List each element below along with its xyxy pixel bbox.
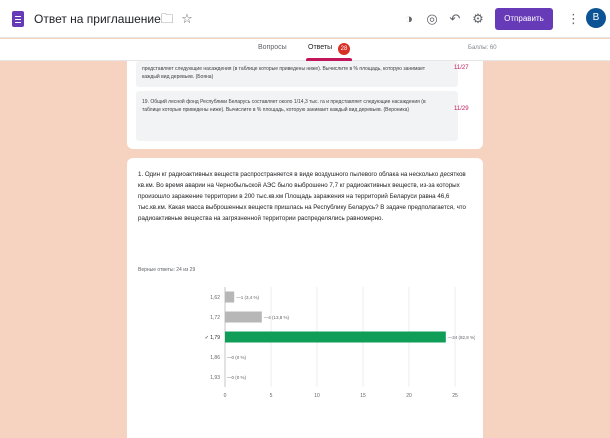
data-label: —1 (3,4 %) [236, 295, 259, 300]
tab-questions[interactable]: Вопросы [258, 44, 287, 51]
data-label: —0 (0 %) [227, 355, 247, 360]
previous-question-card: представляет следующие насаждения (в таб… [127, 61, 483, 149]
bar [225, 331, 446, 343]
response-text: представляет следующие насаждения (в таб… [142, 66, 426, 80]
x-tick-label: 15 [360, 393, 366, 399]
data-label: —24 (82,8 %) [448, 335, 475, 340]
preview-icon[interactable]: ◎ [423, 10, 441, 28]
palette-icon[interactable]: ◑ [400, 10, 418, 28]
tab-responses[interactable]: Ответы [308, 44, 332, 51]
undo-icon[interactable]: ↶ [446, 10, 464, 28]
x-tick-label: 5 [270, 393, 273, 399]
bar [225, 291, 235, 303]
category-label: 1,72 [210, 315, 220, 321]
forms-logo-icon[interactable] [12, 11, 24, 27]
x-tick-label: 0 [224, 393, 227, 399]
tab-bar: Вопросы Ответы 28 Баллы: 60 [0, 39, 610, 61]
question-text: 1. Один кг радиоактивных веществ распрос… [138, 171, 466, 222]
star-icon[interactable]: ☆ [178, 10, 196, 28]
x-tick-label: 10 [314, 393, 320, 399]
category-label: 1,86 [210, 355, 220, 361]
document-title[interactable]: Ответ на приглашение [34, 12, 161, 26]
account-avatar[interactable]: В [586, 8, 606, 28]
response-score: 11/29 [454, 106, 469, 112]
response-text: 19. Общий лесной фонд Республики Беларус… [142, 99, 426, 113]
category-label: 1,62 [210, 295, 220, 301]
x-tick-label: 25 [452, 393, 458, 399]
bar [225, 311, 262, 323]
data-label: —0 (0 %) [227, 375, 247, 380]
total-points: Баллы: 60 [468, 45, 497, 51]
response-score: 11/27 [454, 65, 469, 71]
correct-answers-count: Верные ответы: 24 из 29 [138, 267, 196, 273]
category-label: 1,93 [210, 375, 220, 381]
folder-icon[interactable]: 🗀 [158, 10, 176, 28]
settings-icon[interactable]: ⚙ [469, 10, 487, 28]
answers-bar-chart: 0 5 10 15 20 25 1,62 —1 (3,4 %) 1,72 —4 (13,8 %) ✓… [205, 287, 475, 399]
response-item: представляет следующие насаждения (в таб… [136, 61, 469, 87]
top-app-bar: Ответ на приглашение 🗀 ☆ ◑ ◎ ↶ ⚙ Отправи… [0, 0, 610, 38]
x-tick-label: 20 [406, 393, 412, 399]
data-label: —4 (13,8 %) [264, 315, 290, 320]
response-item: 19. Общий лесной фонд Республики Беларус… [136, 91, 469, 141]
more-vert-icon[interactable]: ⋮ [567, 10, 580, 28]
category-label: ✓ 1,79 [205, 335, 221, 341]
responses-count-badge: 28 [338, 43, 350, 55]
send-button[interactable]: Отправить [495, 8, 553, 30]
